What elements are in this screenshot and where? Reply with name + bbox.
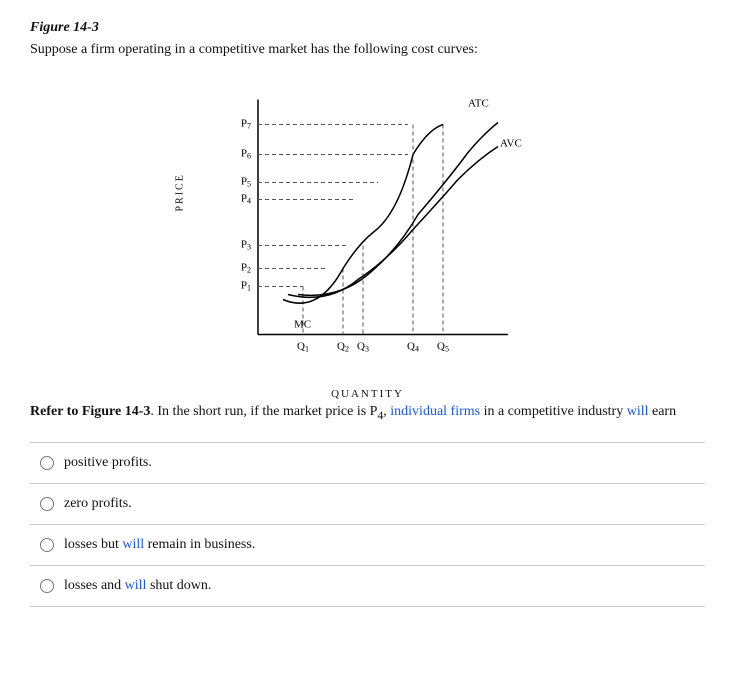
svg-text:P1: P1 <box>240 280 250 293</box>
svg-text:Q4: Q4 <box>407 341 419 354</box>
radio-losses-remain[interactable] <box>40 538 54 552</box>
option-losses-remain[interactable]: losses but will remain in business. <box>30 525 705 566</box>
option-losses-shutdown[interactable]: losses and will shut down. <box>30 566 705 607</box>
option-zero-profits[interactable]: zero profits. <box>30 484 705 525</box>
label-losses-remain: losses but will remain in business. <box>64 537 255 553</box>
question-reference: Refer to Figure 14-3 <box>30 404 150 419</box>
svg-text:P3: P3 <box>240 239 250 252</box>
svg-text:Q2: Q2 <box>337 341 349 354</box>
radio-zero-profits[interactable] <box>40 497 54 511</box>
figure-description: Suppose a firm operating in a competitiv… <box>30 42 705 58</box>
option-positive-profits[interactable]: positive profits. <box>30 443 705 484</box>
svg-text:Q1: Q1 <box>297 341 309 354</box>
options-container: positive profits. zero profits. losses b… <box>30 442 705 607</box>
svg-text:Q5: Q5 <box>437 341 449 354</box>
y-axis-label: PRICE <box>174 173 185 211</box>
svg-text:P5: P5 <box>240 176 250 189</box>
radio-losses-shutdown[interactable] <box>40 579 54 593</box>
x-axis-label: QUANTITY <box>198 388 538 400</box>
svg-text:P6: P6 <box>240 148 250 161</box>
svg-text:P2: P2 <box>240 262 250 275</box>
svg-text:P7: P7 <box>240 118 250 131</box>
label-zero-profits: zero profits. <box>64 496 132 512</box>
svg-text:P4: P4 <box>240 193 250 206</box>
figure-label: Figure 14-3 <box>30 20 705 36</box>
chart-svg: P7 P6 P5 P4 P3 P2 P1 <box>198 76 538 383</box>
label-positive-profits: positive profits. <box>64 455 152 471</box>
question-body: . In the short run, if the market price … <box>150 404 676 419</box>
radio-positive-profits[interactable] <box>40 456 54 470</box>
svg-text:AVC: AVC <box>500 138 522 150</box>
svg-text:MC: MC <box>294 319 311 331</box>
svg-text:Q3: Q3 <box>357 341 369 354</box>
svg-text:ATC: ATC <box>468 98 489 110</box>
label-losses-shutdown: losses and will shut down. <box>64 578 211 594</box>
chart-area: PRICE P7 P6 P5 P4 P3 P2 P1 <box>30 76 705 383</box>
